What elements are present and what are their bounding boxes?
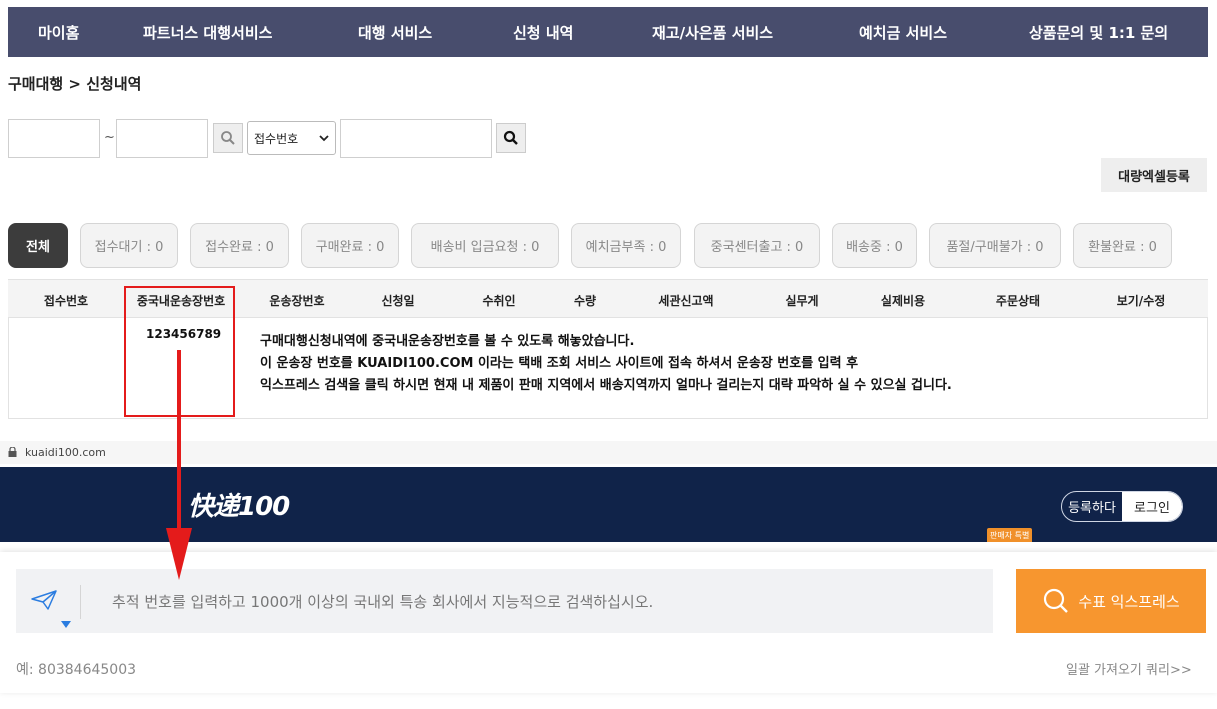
nav-inquiry[interactable]: 상품문의 및 1:1 문의 — [1029, 22, 1168, 43]
chevron-down-icon — [319, 134, 329, 141]
search-icon — [503, 130, 518, 145]
status-chip-china-center-dispatch[interactable]: 중국센터출고 : 0 — [694, 223, 820, 268]
column-header: 실무게 — [785, 294, 819, 308]
status-chip-purchased[interactable]: 구매완료 : 0 — [301, 223, 399, 268]
lock-icon — [8, 447, 17, 457]
nav-request-history[interactable]: 신청 내역 — [513, 22, 573, 43]
example-tracking-number: 예: 80384645003 — [16, 662, 137, 678]
column-header: 수량 — [573, 294, 597, 308]
status-chip-all[interactable]: 전체 — [8, 223, 68, 268]
login-button[interactable]: 로그인 — [1122, 492, 1182, 521]
auth-buttons: 등록하다 로그인 — [1061, 491, 1183, 522]
nav-agency-service[interactable]: 대행 서비스 — [358, 22, 432, 43]
start-date-input[interactable] — [8, 119, 100, 158]
register-button[interactable]: 등록하다 — [1062, 492, 1122, 521]
annotation-line: 익스프레스 검색을 클릭 하시면 현재 내 제품이 판매 지역에서 배송지역까지… — [260, 378, 952, 393]
annotation-line: 구매대행신청내역에 중국내운송장번호를 볼 수 있도록 해놓았습니다. — [260, 334, 635, 349]
column-header: 주문상태 — [995, 294, 1041, 308]
column-header: 실제비용 — [880, 294, 926, 308]
batch-query-link[interactable]: 일괄 가져오기 쿼리>> — [1066, 659, 1192, 678]
divider — [80, 585, 81, 619]
browser-url-bar — [0, 441, 1217, 464]
nav-deposit-service[interactable]: 예치금 서비스 — [859, 22, 947, 43]
column-header: 신청일 — [381, 294, 415, 308]
nav-partners-service[interactable]: 파트너스 대행서비스 — [143, 22, 272, 43]
column-header: 세관신고액 — [658, 294, 714, 308]
nav-my-home[interactable]: 마이홈 — [38, 22, 79, 43]
search-icon — [1044, 588, 1069, 613]
caret-down-icon[interactable] — [61, 621, 71, 628]
date-range-separator: ~ — [104, 130, 115, 145]
nav-inventory-service[interactable]: 재고/사은품 서비스 — [652, 22, 773, 43]
bulk-excel-register-button[interactable]: 대량엑셀등록 — [1101, 158, 1207, 192]
seller-badge[interactable]: 판매자 특별 — [987, 528, 1033, 542]
search-type-select[interactable]: 접수번호 — [247, 121, 336, 155]
status-chip-in-transit[interactable]: 배송중 : 0 — [832, 223, 917, 268]
browser-url[interactable]: kuaidi100.com — [25, 446, 106, 459]
date-search-button[interactable] — [213, 123, 243, 153]
column-header: 수취인 — [482, 294, 516, 308]
status-chip-refunded[interactable]: 환불완료 : 0 — [1073, 223, 1172, 268]
kuaidi-header — [0, 467, 1217, 542]
highlight-box — [124, 286, 235, 417]
annotation-line: 이 운송장 번호를 KUAIDI100.COM 이라는 택배 조회 서비스 사이… — [260, 356, 859, 371]
end-date-input[interactable] — [116, 119, 208, 158]
express-search-label: 수표 익스프레스 — [1078, 592, 1180, 611]
column-header: 접수번호 — [43, 294, 89, 308]
keyword-search-button[interactable] — [496, 123, 526, 153]
tracking-input-placeholder: 추적 번호를 입력하고 1000개 이상의 국내외 특송 회사에서 지능적으로 … — [112, 593, 654, 611]
status-chip-received[interactable]: 접수완료 : 0 — [190, 223, 289, 268]
status-chip-sold-out[interactable]: 품절/구매불가 : 0 — [929, 223, 1061, 268]
column-header: 운송장번호 — [269, 294, 325, 308]
express-search-button[interactable]: 수표 익스프레스 — [1016, 569, 1206, 633]
status-chip-insufficient-deposit[interactable]: 예치금부족 : 0 — [571, 223, 681, 268]
column-header: 보기/수정 — [1116, 294, 1166, 308]
breadcrumb: 구매대행 > 신청내역 — [8, 75, 142, 93]
status-chip-shipping-fee-request[interactable]: 배송비 입금요청 : 0 — [411, 223, 559, 268]
top-nav: 마이홈 파트너스 대행서비스 대행 서비스 신청 내역 재고/사은품 서비스 예… — [8, 7, 1208, 57]
kuaidi-logo[interactable]: 快递100 — [188, 486, 290, 523]
search-icon — [221, 131, 235, 145]
search-keyword-input[interactable] — [340, 119, 492, 158]
status-chip-pending[interactable]: 접수대기 : 0 — [80, 223, 178, 268]
search-type-value: 접수번호 — [254, 131, 299, 146]
paper-plane-icon[interactable] — [31, 590, 57, 610]
